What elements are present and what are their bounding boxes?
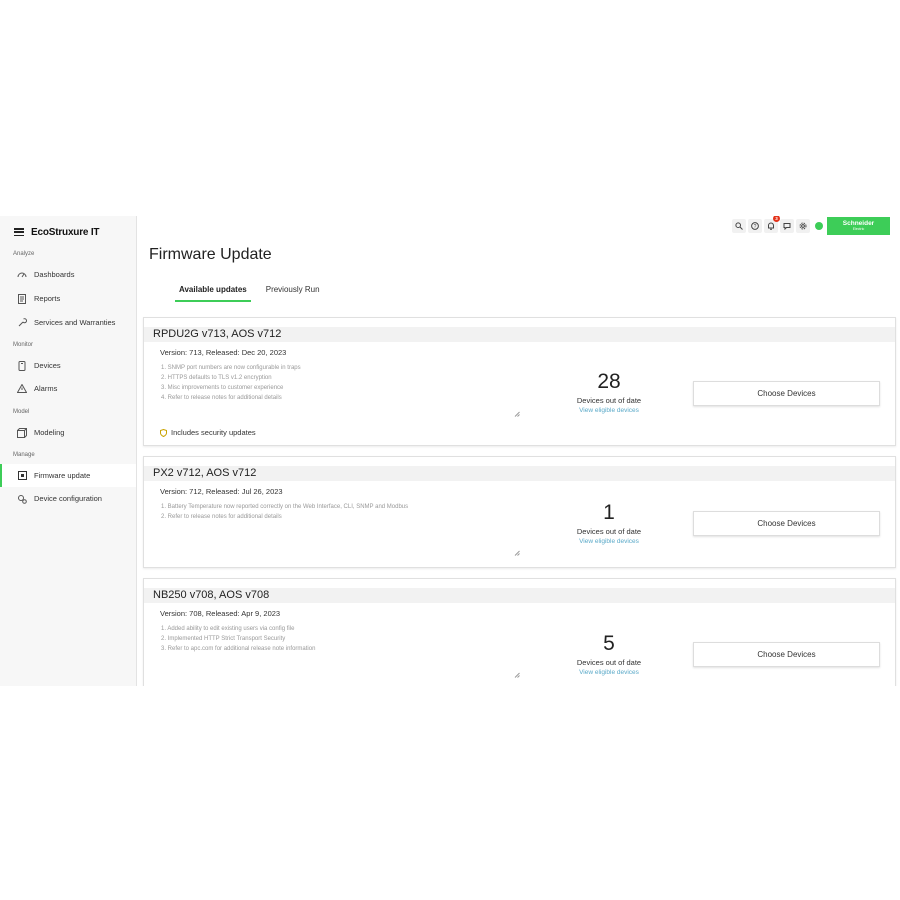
update-title: PX2 v712, AOS v712 — [144, 466, 895, 481]
wrench-icon — [17, 317, 27, 328]
security-label: Includes security updates — [171, 428, 256, 437]
sidebar-item-label: Devices — [34, 361, 61, 370]
dashboard-icon — [17, 270, 27, 280]
sidebar-item-devices[interactable]: Devices — [0, 354, 136, 377]
release-notes: 1. SNMP port numbers are now configurabl… — [161, 363, 521, 403]
sidebar-item-label: Dashboards — [34, 270, 75, 279]
user-status-icon[interactable] — [815, 222, 823, 230]
nav-section-analyze: Analyze — [13, 251, 35, 257]
tab-available-updates[interactable]: Available updates — [175, 285, 251, 302]
out-of-date-label: Devices out of date — [576, 658, 642, 667]
sidebar-item-device-configuration[interactable]: Device configuration — [0, 487, 136, 510]
update-title: NB250 v708, AOS v708 — [144, 588, 895, 603]
update-title: RPDU2G v713, AOS v712 — [144, 327, 895, 342]
sidebar-item-services-and-warranties[interactable]: Services and Warranties — [0, 311, 136, 334]
brand: EcoStruxure IT — [14, 225, 100, 239]
release-note-line: 2. Implemented HTTP Strict Transport Sec… — [161, 636, 286, 642]
release-notes: 1. Battery Temperature now reported corr… — [161, 502, 521, 522]
logo-subtext: Electric — [852, 227, 865, 231]
sidebar-item-alarms[interactable]: Alarms — [0, 377, 136, 400]
view-eligible-devices-link[interactable]: View eligible devices — [557, 669, 661, 676]
release-note-line: 2. HTTPS defaults to TLS v1.2 encryption — [161, 375, 272, 381]
release-notes: 1. Added ability to edit existing users … — [161, 624, 521, 654]
nav-section-model: Model — [13, 409, 30, 415]
sidebar-item-modeling[interactable]: Modeling — [0, 421, 136, 444]
sidebar-item-label: Alarms — [34, 384, 58, 393]
page-title: Firmware Update — [149, 246, 272, 263]
shield-icon — [160, 428, 167, 437]
update-card-rpdu2g: RPDU2G v713, AOS v712 Version: 713, Rele… — [143, 317, 896, 446]
app-name: EcoStruxure IT — [31, 226, 100, 238]
out-of-date-stat: 1 Devices out of date View eligible devi… — [557, 501, 661, 545]
resize-handle-icon[interactable] — [514, 550, 520, 556]
sidebar-item-reports[interactable]: Reports — [0, 287, 136, 310]
tab-bar: Available updates Previously Run — [175, 285, 335, 302]
nav-section-manage: Manage — [13, 452, 35, 458]
update-version: Version: 712, Released: Jul 26, 2023 — [160, 487, 283, 496]
choose-devices-button[interactable]: Choose Devices — [693, 511, 880, 536]
sidebar-item-label: Device configuration — [34, 494, 102, 503]
update-version: Version: 708, Released: Apr 9, 2023 — [160, 609, 281, 618]
out-of-date-count: 5 — [603, 632, 615, 655]
schneider-electric-logo: Schneider Electric — [827, 217, 890, 235]
release-note-line: 3. Refer to apc.com for additional relea… — [161, 646, 316, 652]
update-card-nb250: NB250 v708, AOS v708 Version: 708, Relea… — [143, 578, 896, 686]
top-bar: ? 3 Schneider Electric — [730, 216, 890, 235]
out-of-date-label: Devices out of date — [576, 396, 642, 405]
choose-devices-button[interactable]: Choose Devices — [693, 381, 880, 406]
out-of-date-label: Devices out of date — [576, 527, 642, 536]
sidebar-item-label: Firmware update — [34, 471, 91, 480]
out-of-date-count: 28 — [597, 370, 621, 393]
security-update-indicator: Includes security updates — [160, 428, 256, 437]
search-icon[interactable] — [732, 219, 746, 233]
resize-handle-icon[interactable] — [514, 411, 520, 417]
update-card-px2: PX2 v712, AOS v712 Version: 712, Release… — [143, 456, 896, 568]
settings-icon[interactable] — [796, 219, 810, 233]
notification-count-badge: 3 — [773, 216, 780, 222]
nav-section-monitor: Monitor — [13, 342, 34, 348]
choose-devices-button[interactable]: Choose Devices — [693, 642, 880, 667]
out-of-date-stat: 28 Devices out of date View eligible dev… — [557, 370, 661, 414]
help-icon[interactable]: ? — [748, 219, 762, 233]
sidebar: EcoStruxure IT Analyze Dashboards Report… — [0, 216, 137, 686]
view-eligible-devices-link[interactable]: View eligible devices — [557, 407, 661, 414]
sidebar-item-label: Modeling — [34, 428, 65, 437]
alarm-icon — [17, 384, 27, 394]
release-note-line: 1. Battery Temperature now reported corr… — [161, 504, 409, 510]
device-icon — [17, 360, 27, 371]
svg-text:?: ? — [754, 224, 757, 230]
sidebar-item-firmware-update[interactable]: Firmware update — [0, 464, 136, 487]
feedback-icon[interactable] — [780, 219, 794, 233]
out-of-date-count: 1 — [603, 501, 615, 524]
sidebar-item-dashboards[interactable]: Dashboards — [0, 263, 136, 286]
firmware-icon — [17, 471, 27, 481]
view-eligible-devices-link[interactable]: View eligible devices — [557, 538, 661, 545]
release-note-line: 1. Added ability to edit existing users … — [161, 626, 295, 632]
menu-icon[interactable] — [14, 228, 24, 236]
release-note-line: 1. SNMP port numbers are now configurabl… — [161, 365, 301, 371]
out-of-date-stat: 5 Devices out of date View eligible devi… — [557, 632, 661, 676]
sidebar-item-label: Services and Warranties — [34, 318, 116, 327]
sidebar-item-label: Reports — [34, 294, 61, 303]
notifications-icon[interactable]: 3 — [764, 216, 780, 233]
cube-icon — [17, 427, 27, 438]
gears-icon — [17, 494, 27, 504]
release-note-line: 4. Refer to release notes for additional… — [161, 395, 282, 401]
release-note-line: 3. Misc improvements to customer experie… — [161, 385, 284, 391]
tab-previously-run[interactable]: Previously Run — [262, 285, 324, 302]
report-icon — [17, 293, 27, 304]
resize-handle-icon[interactable] — [514, 672, 520, 678]
update-version: Version: 713, Released: Dec 20, 2023 — [160, 348, 287, 357]
release-note-line: 2. Refer to release notes for additional… — [161, 514, 282, 520]
app-window: EcoStruxure IT Analyze Dashboards Report… — [0, 216, 900, 686]
